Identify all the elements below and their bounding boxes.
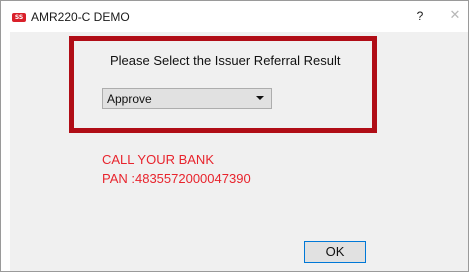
app-logo-icon: SS (12, 13, 26, 22)
highlight-frame (69, 36, 377, 133)
prompt-label: Please Select the Issuer Referral Result (110, 53, 341, 68)
window-title: AMR220-C DEMO (31, 10, 130, 24)
ok-button[interactable]: OK (304, 241, 366, 263)
close-icon[interactable]: ✕ (447, 8, 463, 24)
referral-result-select[interactable]: Approve (102, 88, 272, 109)
select-value: Approve (107, 92, 152, 106)
call-bank-message: CALL YOUR BANK (102, 152, 214, 167)
pan-message: PAN :4835572000047390 (102, 171, 251, 186)
chevron-down-icon (256, 96, 264, 100)
help-button[interactable]: ? (412, 8, 428, 24)
title-bar[interactable]: SS AMR220-C DEMO ? ✕ (1, 1, 468, 31)
